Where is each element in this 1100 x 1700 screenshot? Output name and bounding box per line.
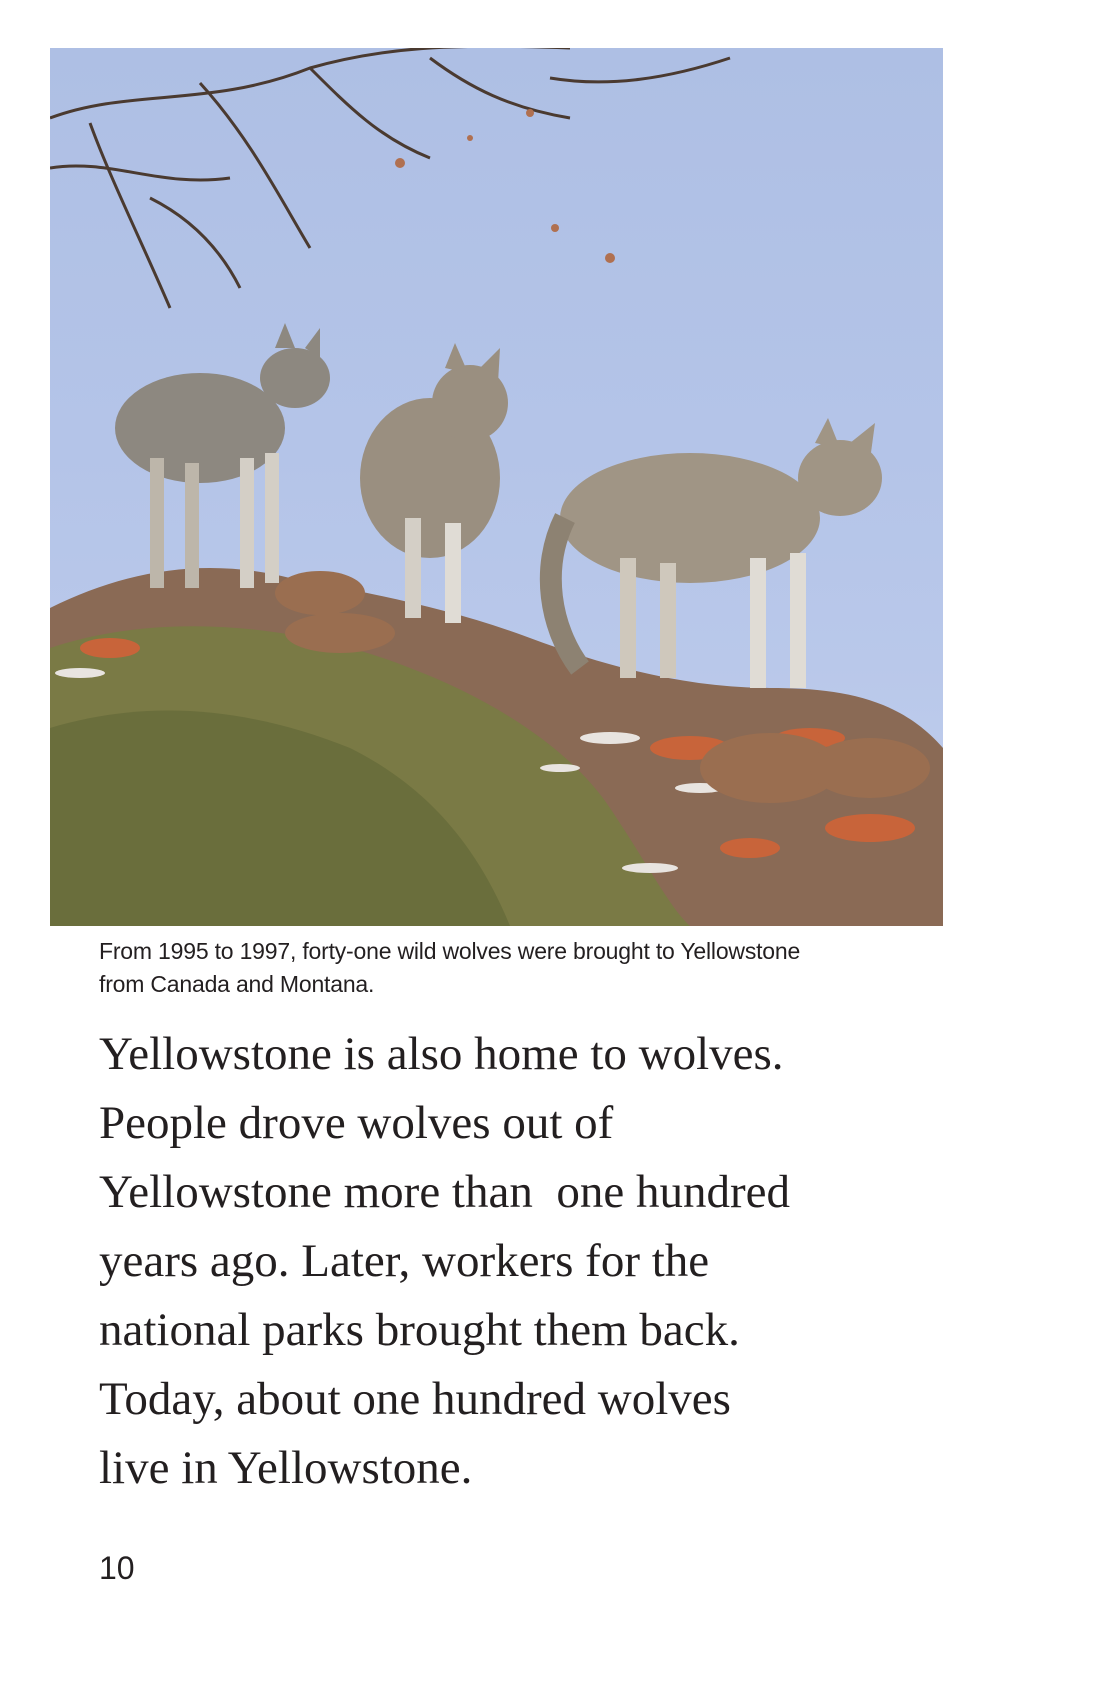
body-line-5: national parks brought them back.: [99, 1304, 740, 1356]
tree-branches: [50, 48, 731, 309]
page-number: 10: [99, 1550, 135, 1586]
body-paragraph: Yellowstone is also home to wolves. Peop…: [99, 1020, 999, 1503]
caption-line-1: From 1995 to 1997, forty-one wild wolves…: [99, 938, 801, 964]
wolf-right: [539, 418, 882, 688]
wolves-on-ridge-illustration: [50, 48, 943, 926]
body-line-1: Yellowstone is also home to wolves.: [99, 1028, 784, 1080]
body-line-2: People drove wolves out of: [99, 1097, 614, 1149]
body-line-6: Today, about one hundred wolves: [99, 1373, 731, 1425]
body-line-3: Yellowstone more than one hundred: [99, 1166, 790, 1218]
body-line-4: years ago. Later, workers for the: [99, 1235, 710, 1287]
photo-caption: From 1995 to 1997, forty-one wild wolves…: [99, 935, 899, 1001]
wolf-left: [115, 323, 330, 588]
wolf-middle: [360, 343, 508, 623]
body-line-7: live in Yellowstone.: [99, 1442, 473, 1494]
wolves-photo: [50, 48, 943, 926]
caption-line-2: from Canada and Montana.: [99, 971, 375, 997]
